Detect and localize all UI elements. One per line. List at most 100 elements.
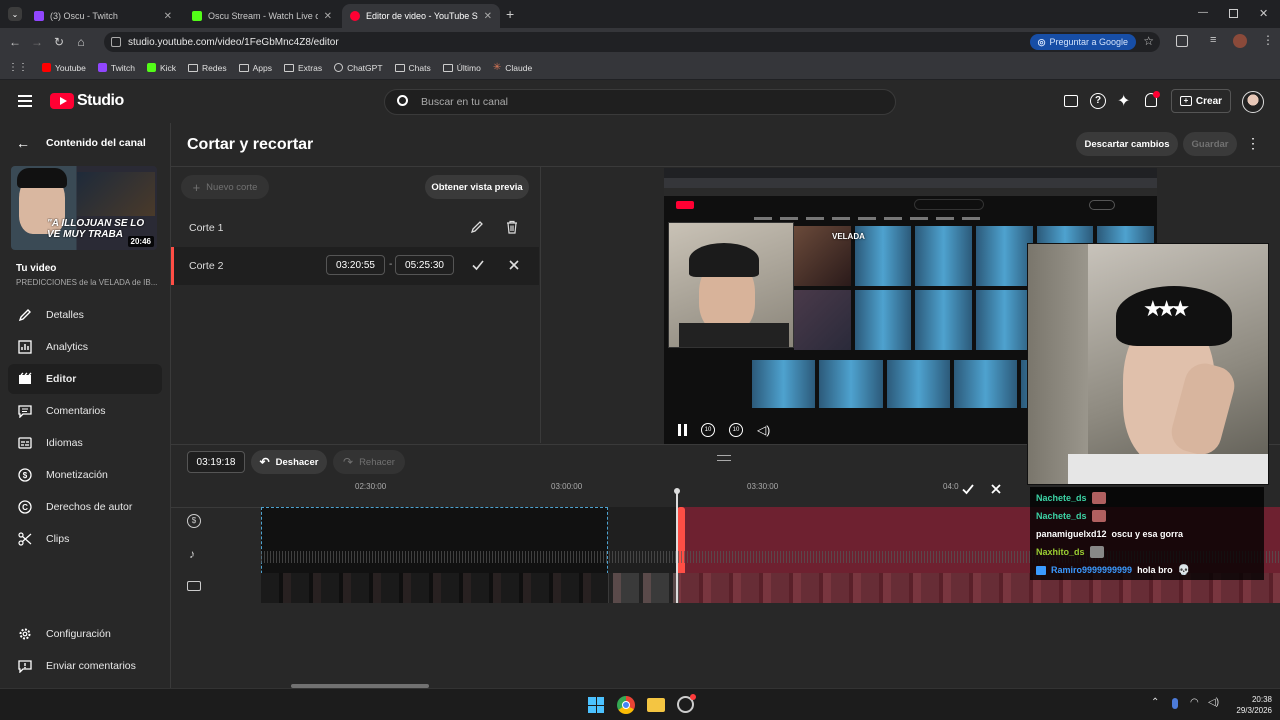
tab-twitch[interactable]: (3) Oscu - Twitch ✕ bbox=[26, 4, 180, 28]
file-explorer-icon[interactable] bbox=[647, 698, 665, 712]
bookmark-redes[interactable]: Redes bbox=[188, 63, 227, 73]
bookmark-twitch[interactable]: Twitch bbox=[97, 63, 135, 73]
nav-label: Derechos de autor bbox=[46, 501, 133, 513]
redo-button[interactable]: ↷ Rehacer bbox=[333, 450, 405, 474]
cut-start-time-input[interactable]: 03:20:55 bbox=[326, 255, 385, 275]
pause-icon[interactable] bbox=[678, 424, 687, 436]
home-icon[interactable]: ⌂ bbox=[70, 35, 92, 49]
back-icon[interactable]: ← bbox=[4, 35, 26, 49]
obs-icon[interactable] bbox=[677, 694, 696, 713]
bookmark-star-icon[interactable]: ☆ bbox=[1143, 34, 1154, 48]
get-preview-button[interactable]: Obtener vista previa bbox=[425, 175, 529, 199]
wifi-icon[interactable]: ◠ bbox=[1190, 697, 1199, 708]
rewind-10-icon[interactable]: 10 bbox=[701, 423, 715, 437]
forward-icon[interactable]: → bbox=[26, 35, 48, 49]
apps-grid-icon[interactable]: ⋮⋮ bbox=[8, 62, 28, 73]
tab-search-button[interactable]: ⌄ bbox=[8, 7, 22, 21]
hamburger-menu-icon[interactable] bbox=[18, 95, 32, 107]
nav-idiomas[interactable]: Idiomas bbox=[8, 428, 162, 458]
nav-label: Enviar comentarios bbox=[46, 660, 136, 672]
create-video-icon: + bbox=[1179, 96, 1192, 106]
sparkle-icon[interactable]: ✦ bbox=[1117, 91, 1130, 111]
site-info-icon[interactable] bbox=[111, 37, 121, 47]
subtitles-feedback-icon[interactable] bbox=[1064, 95, 1078, 107]
nav-analytics[interactable]: Analytics bbox=[8, 332, 162, 362]
minimize-icon[interactable]: — bbox=[1198, 7, 1208, 18]
nav-label: Editor bbox=[46, 373, 77, 385]
timeline-confirm-icon[interactable] bbox=[961, 482, 975, 496]
chrome-taskbar-icon[interactable] bbox=[617, 696, 635, 714]
new-tab-icon[interactable]: + bbox=[506, 6, 514, 22]
bookmark-chatgpt[interactable]: ChatGPT bbox=[334, 63, 383, 73]
nav-editor[interactable]: Editor bbox=[8, 364, 162, 394]
claude-icon: ✳ bbox=[492, 62, 502, 73]
nav-comentarios[interactable]: Comentarios bbox=[8, 396, 162, 426]
delete-trash-icon[interactable] bbox=[505, 220, 519, 234]
create-button[interactable]: + Crear bbox=[1171, 89, 1231, 113]
tab-youtube-studio[interactable]: Editor de video - YouTube Stud ✕ bbox=[342, 4, 500, 28]
maximize-icon[interactable] bbox=[1229, 9, 1238, 18]
close-window-icon[interactable]: ✕ bbox=[1259, 7, 1268, 20]
help-icon[interactable]: ? bbox=[1090, 93, 1106, 109]
bookmark-youtube[interactable]: Youtube bbox=[42, 63, 86, 73]
nav-clips[interactable]: Clips bbox=[8, 524, 162, 554]
profile-avatar[interactable] bbox=[1233, 34, 1247, 48]
undo-button[interactable]: ↶ Deshacer bbox=[251, 450, 327, 474]
bookmark-extras[interactable]: Extras bbox=[284, 63, 322, 73]
reading-list-icon[interactable]: ≡ bbox=[1210, 34, 1216, 46]
forward-10-icon[interactable]: 10 bbox=[729, 423, 743, 437]
ask-google-label: Preguntar a Google bbox=[1049, 37, 1128, 47]
player-controls: 10 10 ◁) bbox=[678, 423, 770, 437]
cut-row-2[interactable]: Corte 2 03:20:55 - 05:25:30 bbox=[171, 247, 539, 285]
bookmark-label: Extras bbox=[298, 62, 323, 73]
speaker-icon[interactable]: ◁) bbox=[1208, 697, 1219, 708]
nav-monetizacion[interactable]: $ Monetización bbox=[8, 460, 162, 490]
volume-icon[interactable]: ◁) bbox=[757, 423, 770, 437]
bookmark-apps[interactable]: Apps bbox=[238, 63, 272, 73]
nav-detalles[interactable]: Detalles bbox=[8, 300, 162, 330]
preview-bookmarks bbox=[664, 188, 1157, 196]
close-tab-icon[interactable]: ✕ bbox=[324, 11, 332, 22]
more-options-icon[interactable]: ⋮ bbox=[1246, 135, 1260, 152]
current-time-input[interactable]: 03:19:18 bbox=[187, 451, 245, 473]
close-tab-icon[interactable]: ✕ bbox=[484, 11, 492, 22]
clock[interactable]: 20:38 29/3/2026 bbox=[1234, 694, 1272, 716]
cancel-x-icon[interactable] bbox=[507, 258, 521, 272]
new-cut-button[interactable]: + Nuevo corte bbox=[181, 175, 269, 199]
video-thumbnail[interactable]: "A ILLOJUAN SE LO VE MUY TRABA 20:46 bbox=[11, 166, 157, 250]
ask-google-button[interactable]: ◎ Preguntar a Google bbox=[1029, 34, 1136, 50]
extensions-icon[interactable] bbox=[1176, 35, 1188, 47]
bookmark-chats[interactable]: Chats bbox=[394, 63, 431, 73]
channel-search-input[interactable]: Buscar en tu canal bbox=[384, 89, 896, 115]
close-tab-icon[interactable]: ✕ bbox=[164, 11, 172, 22]
windows-start-icon[interactable] bbox=[588, 697, 604, 713]
bookmark-claude[interactable]: ✳ Claude bbox=[493, 62, 532, 73]
bookmark-kick[interactable]: Kick bbox=[146, 63, 176, 73]
save-button[interactable]: Guardar bbox=[1183, 132, 1237, 156]
windows-taskbar: ⌃ ◠ ◁) 20:38 29/3/2026 bbox=[0, 688, 1280, 720]
nav-derechos[interactable]: C Derechos de autor bbox=[8, 492, 162, 522]
tab-kick[interactable]: Oscu Stream - Watch Live on Ki ✕ bbox=[184, 4, 340, 28]
timeline-ruler[interactable]: 02:30:00 03:00:00 03:30:00 04:0 bbox=[171, 475, 1031, 503]
discard-changes-button[interactable]: Descartar cambios bbox=[1076, 132, 1178, 156]
browser-menu-icon[interactable]: ⋮ bbox=[1262, 33, 1274, 47]
edit-pencil-icon[interactable] bbox=[470, 220, 484, 234]
timeline-cancel-icon[interactable] bbox=[989, 482, 1003, 496]
chat-username: Nachete_ds bbox=[1036, 511, 1087, 521]
tray-expand-icon[interactable]: ⌃ bbox=[1151, 697, 1159, 708]
cut-end-time-input[interactable]: 05:25:30 bbox=[395, 255, 454, 275]
url-field[interactable]: studio.youtube.com/video/1FeGbMnc4Z8/edi… bbox=[104, 32, 1160, 52]
back-to-channel-content[interactable]: ← Contenido del canal bbox=[16, 135, 146, 151]
notifications-icon[interactable] bbox=[1145, 91, 1160, 107]
nav-configuracion[interactable]: Configuración bbox=[8, 619, 162, 649]
microphone-icon[interactable] bbox=[1172, 698, 1178, 709]
studio-logo[interactable]: Studio bbox=[50, 92, 124, 110]
panel-resize-handle[interactable] bbox=[717, 455, 731, 461]
nav-enviar-comentarios[interactable]: Enviar comentarios bbox=[8, 651, 162, 681]
channel-avatar[interactable] bbox=[1242, 91, 1264, 113]
cut-row-1[interactable]: Corte 1 bbox=[171, 209, 539, 247]
confirm-check-icon[interactable] bbox=[471, 258, 485, 272]
tab-title: Oscu Stream - Watch Live on Ki bbox=[208, 11, 318, 21]
reload-icon[interactable]: ↻ bbox=[48, 35, 70, 49]
bookmark-ultimo[interactable]: Último bbox=[442, 63, 481, 73]
